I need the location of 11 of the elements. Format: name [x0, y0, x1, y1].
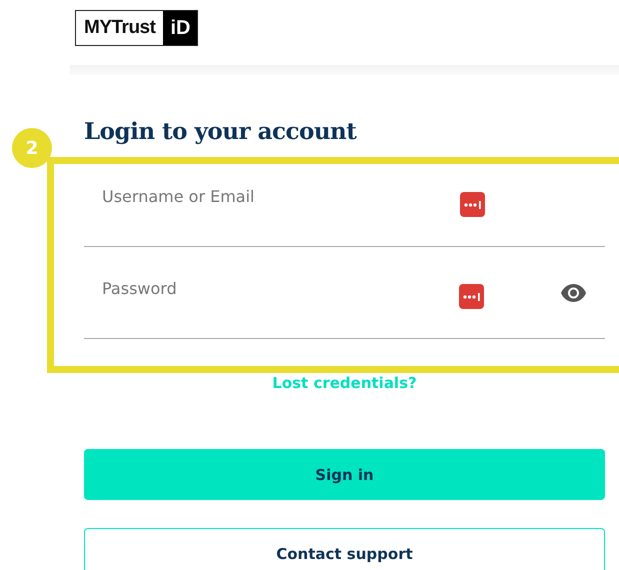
step-badge: 2	[12, 128, 52, 168]
contact-support-button[interactable]: Contact support	[84, 528, 605, 570]
sign-in-button[interactable]: Sign in	[84, 449, 605, 500]
page-title: Login to your account	[84, 117, 358, 147]
input-field[interactable]: Password	[102, 279, 459, 298]
password-manager-icon[interactable]	[460, 192, 485, 217]
password-manager-icon[interactable]	[459, 284, 484, 309]
eye-icon[interactable]	[560, 282, 587, 302]
input-field[interactable]: Username or Email	[102, 187, 460, 206]
logo-mark: iD	[163, 11, 198, 45]
logo-wordmark: MYTrust	[83, 16, 157, 40]
